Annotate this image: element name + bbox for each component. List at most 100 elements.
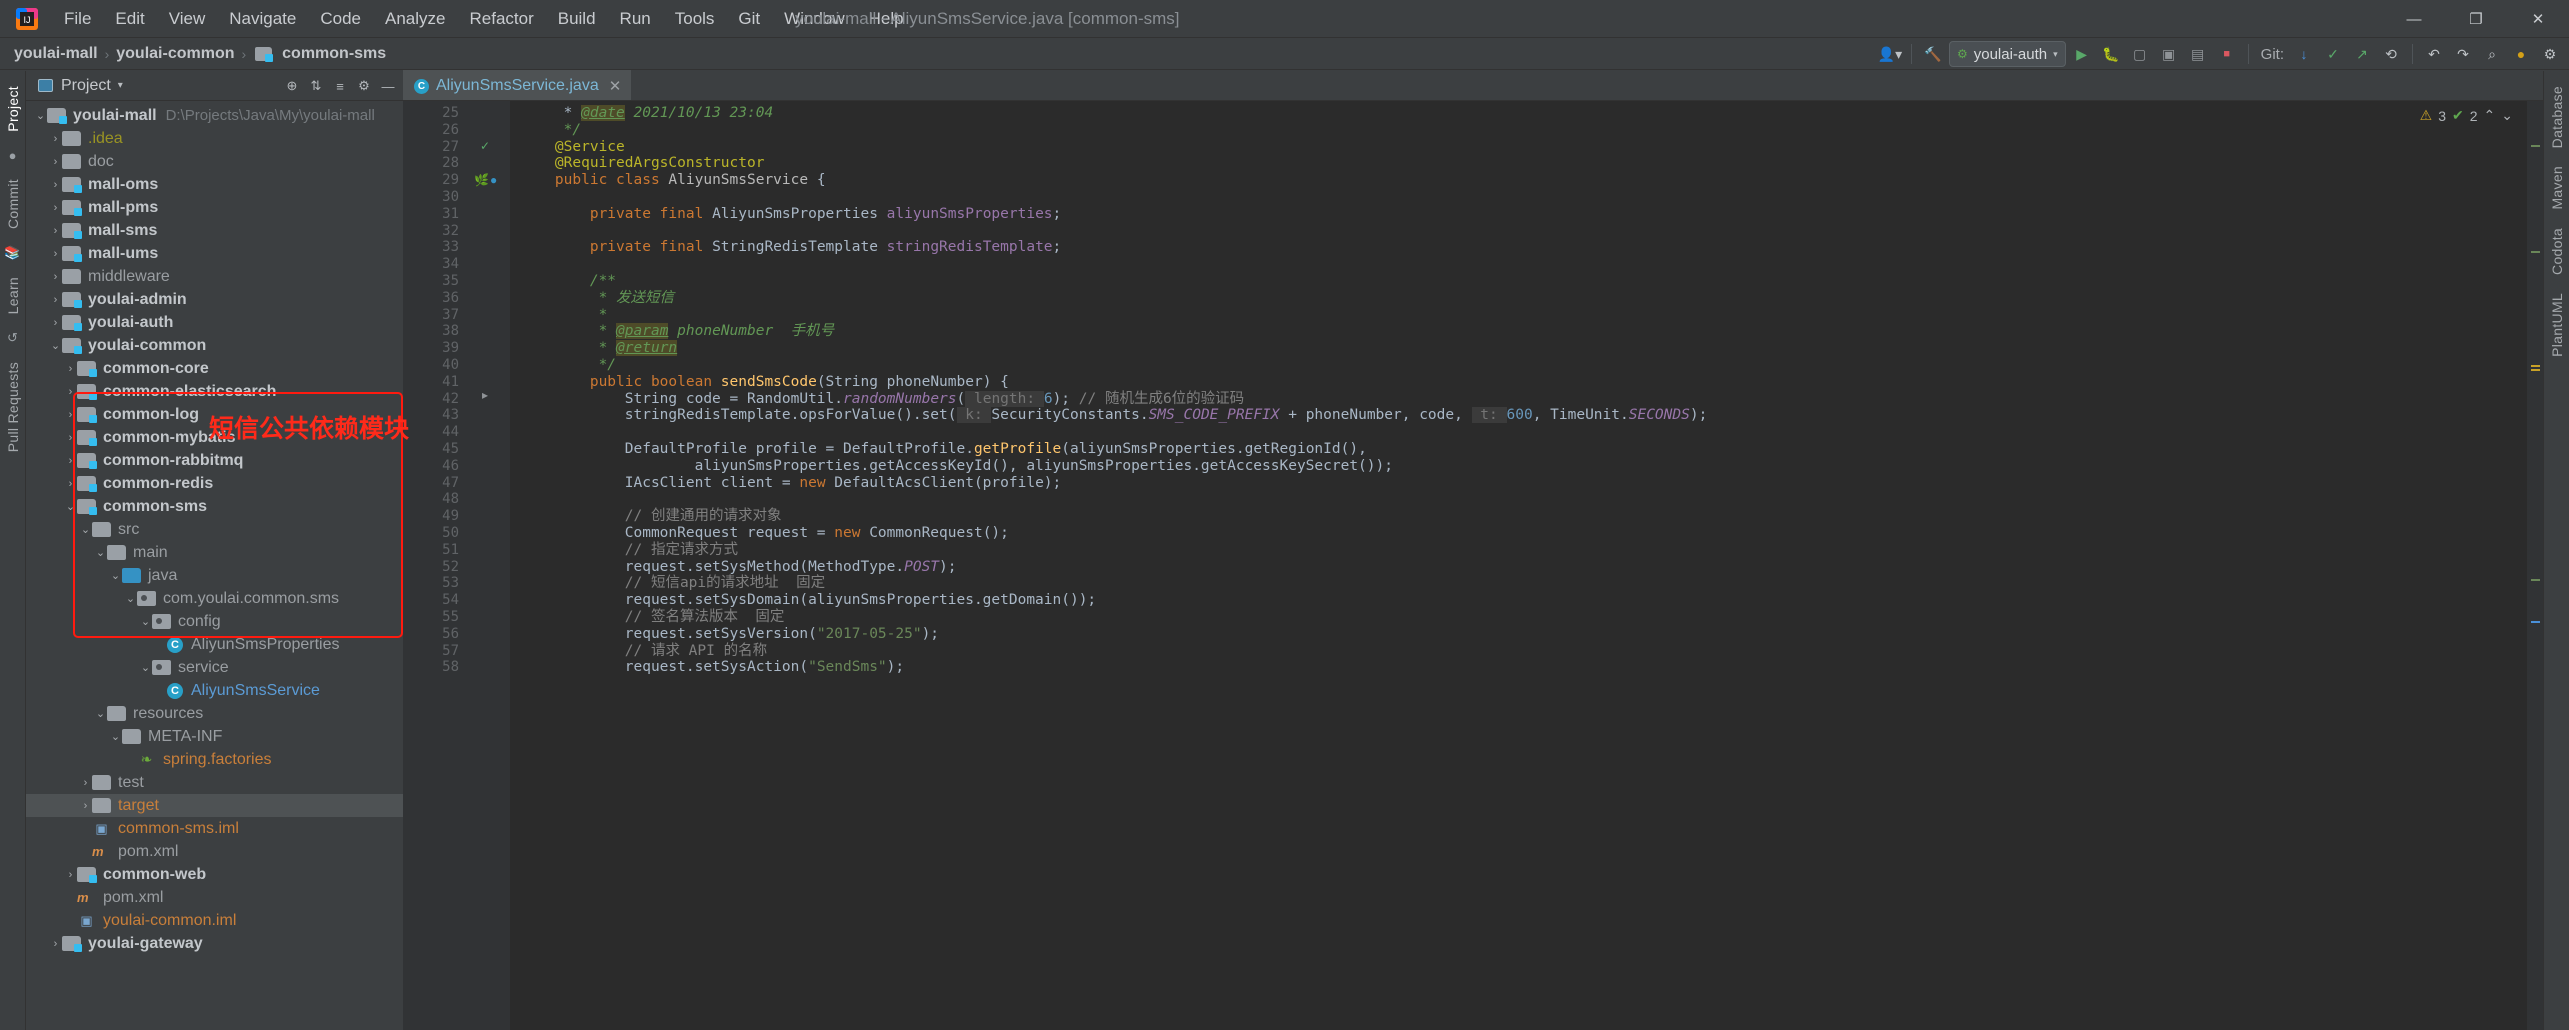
- undo-button[interactable]: ↶: [2421, 41, 2447, 67]
- code-line[interactable]: aliyunSmsProperties.getAccessKeyId(), al…: [520, 458, 2543, 475]
- implemented-icon[interactable]: ●: [490, 173, 497, 187]
- gear-icon[interactable]: ⚙: [353, 75, 375, 97]
- chevron-right-icon[interactable]: ›: [79, 777, 92, 789]
- code-line[interactable]: private final StringRedisTemplate string…: [520, 239, 2543, 256]
- tree-node--idea[interactable]: › .idea: [26, 127, 403, 150]
- profile-button[interactable]: ▣: [2156, 41, 2182, 67]
- code-line[interactable]: @Service: [520, 139, 2543, 156]
- tree-node-config[interactable]: ⌄ config: [26, 610, 403, 633]
- tree-node-middleware[interactable]: › middleware: [26, 265, 403, 288]
- chevron-down-icon[interactable]: ⌄: [139, 615, 152, 628]
- bean-check-icon[interactable]: ✓: [480, 139, 490, 153]
- chevron-right-icon[interactable]: ›: [49, 317, 62, 329]
- menu-item-navigate[interactable]: Navigate: [217, 5, 308, 33]
- tree-node-mall-pms[interactable]: › mall-pms: [26, 196, 403, 219]
- inspection-widget[interactable]: ⚠ 3 ✔ 2 ⌃ ⌄: [2420, 107, 2513, 124]
- chevron-down-icon[interactable]: ⌄: [34, 109, 47, 122]
- tree-node-doc[interactable]: › doc: [26, 150, 403, 173]
- tree-node-com-youlai-common-sms[interactable]: ⌄ com.youlai.common.sms: [26, 587, 403, 610]
- chevron-down-icon[interactable]: ▾: [118, 80, 123, 91]
- rail-tab-database[interactable]: Database: [2547, 77, 2567, 157]
- right-tool-rail[interactable]: Database Maven Codota PlantUML: [2543, 71, 2569, 1030]
- minimize-button[interactable]: —: [2383, 0, 2445, 38]
- tree-node-youlai-common[interactable]: ⌄ youlai-common: [26, 334, 403, 357]
- menu-item-git[interactable]: Git: [726, 5, 772, 33]
- git-update-button[interactable]: ↓: [2291, 41, 2317, 67]
- account-icon[interactable]: 👤▾: [1877, 41, 1903, 67]
- breadcrumb-item-2[interactable]: common-sms: [282, 45, 386, 63]
- code-line[interactable]: [520, 189, 2543, 206]
- tree-node-src[interactable]: ⌄ src: [26, 518, 403, 541]
- tree-node-common-sms-iml[interactable]: ›▣common-sms.iml: [26, 817, 403, 840]
- code-line[interactable]: * @date 2021/10/13 23:04: [520, 105, 2543, 122]
- code-line[interactable]: stringRedisTemplate.opsForValue().set( k…: [520, 407, 2543, 424]
- code-line[interactable]: // 指定请求方式: [520, 542, 2543, 559]
- chevron-right-icon[interactable]: ›: [49, 248, 62, 260]
- spring-bean-icon[interactable]: 🌿: [474, 173, 489, 187]
- code-line[interactable]: */: [520, 122, 2543, 139]
- code-line[interactable]: request.setSysMethod(MethodType.POST);: [520, 559, 2543, 576]
- menu-item-code[interactable]: Code: [308, 5, 373, 33]
- scroll-from-source-icon[interactable]: ≡: [329, 75, 351, 97]
- menu-item-analyze[interactable]: Analyze: [373, 5, 457, 33]
- tree-node-common-redis[interactable]: › common-redis: [26, 472, 403, 495]
- chevron-right-icon[interactable]: ›: [49, 938, 62, 950]
- code-editor[interactable]: 25 26 27 28 29 30 31 32 33 34 35 36 37 38 39 40 41 42 43 44…: [403, 101, 2543, 1030]
- annotation-gutter[interactable]: ✓ 🌿 ● ▸: [468, 101, 510, 1030]
- editor-tab-bar[interactable]: C AliyunSmsService.java ✕: [403, 70, 2543, 101]
- tree-node-mall-sms[interactable]: › mall-sms: [26, 219, 403, 242]
- chevron-down-icon[interactable]: ⌄: [64, 500, 77, 513]
- chevron-right-icon[interactable]: ›: [49, 133, 62, 145]
- debug-button[interactable]: 🐛: [2098, 41, 2124, 67]
- chevron-right-icon[interactable]: ›: [64, 869, 77, 881]
- code-line[interactable]: public boolean sendSmsCode(String phoneN…: [520, 374, 2543, 391]
- chevron-down-icon[interactable]: ⌄: [109, 730, 122, 743]
- chevron-right-icon[interactable]: ›: [64, 386, 77, 398]
- rail-tab-project[interactable]: Project: [3, 77, 23, 141]
- code-line[interactable]: public class AliyunSmsService {: [520, 172, 2543, 189]
- chevron-right-icon[interactable]: ›: [64, 363, 77, 375]
- rail-tab-pull-requests[interactable]: Pull Requests: [3, 353, 23, 461]
- code-line[interactable]: [520, 223, 2543, 240]
- code-line[interactable]: private final AliyunSmsProperties aliyun…: [520, 206, 2543, 223]
- code-line[interactable]: // 签名算法版本 固定: [520, 609, 2543, 626]
- hide-panel-icon[interactable]: —: [377, 75, 399, 97]
- tree-node-java[interactable]: ⌄ java: [26, 564, 403, 587]
- chevron-right-icon[interactable]: ›: [49, 179, 62, 191]
- tree-node-youlai-common-iml[interactable]: ›▣youlai-common.iml: [26, 909, 403, 932]
- main-menu[interactable]: File Edit View Navigate Code Analyze Ref…: [52, 5, 916, 33]
- code-line[interactable]: * 发送短信: [520, 290, 2543, 307]
- editor-tab-aliyunsmsservice[interactable]: C AliyunSmsService.java ✕: [403, 70, 632, 100]
- attach-button[interactable]: ▤: [2185, 41, 2211, 67]
- code-line[interactable]: [520, 256, 2543, 273]
- chevron-right-icon[interactable]: ›: [64, 432, 77, 444]
- chevron-down-icon[interactable]: ⌄: [124, 592, 137, 605]
- git-commit-button[interactable]: ✓: [2320, 41, 2346, 67]
- prev-problem-icon[interactable]: ⌃: [2484, 107, 2496, 124]
- menu-item-run[interactable]: Run: [608, 5, 663, 33]
- chevron-right-icon[interactable]: ›: [64, 409, 77, 421]
- code-line[interactable]: String code = RandomUtil.randomNumbers( …: [520, 390, 2543, 408]
- editor-scrollbar[interactable]: [2527, 101, 2543, 1030]
- chevron-right-icon[interactable]: ›: [49, 156, 62, 168]
- tree-node-test[interactable]: › test: [26, 771, 403, 794]
- code-line[interactable]: IAcsClient client = new DefaultAcsClient…: [520, 475, 2543, 492]
- code-content[interactable]: * @date 2021/10/13 23:04 */ @Service @Re…: [510, 101, 2543, 1030]
- rail-tab-learn[interactable]: Learn: [3, 268, 23, 323]
- main-toolbar[interactable]: 👤▾ 🔨 ⚙ youlai-auth ▾ ▶ 🐛 ▢ ▣ ▤ ■ Git: ↓ …: [1877, 38, 2563, 70]
- left-tool-rail[interactable]: Project ● Commit 📚 Learn ↺ Pull Requests: [0, 71, 26, 1030]
- chevron-down-icon[interactable]: ⌄: [94, 707, 107, 720]
- breadcrumb-item-0[interactable]: youlai-mall: [14, 45, 98, 63]
- rail-tab-codota[interactable]: Codota: [2547, 219, 2567, 284]
- code-line[interactable]: // 短信api的请求地址 固定: [520, 575, 2543, 592]
- tree-node-service[interactable]: ⌄ service: [26, 656, 403, 679]
- coverage-button[interactable]: ▢: [2127, 41, 2153, 67]
- tree-node-common-elasticsearch[interactable]: › common-elasticsearch: [26, 380, 403, 403]
- close-button[interactable]: ✕: [2507, 0, 2569, 38]
- code-line[interactable]: CommonRequest request = new CommonReques…: [520, 525, 2543, 542]
- code-line[interactable]: *: [520, 307, 2543, 324]
- notification-icon[interactable]: ●: [2508, 41, 2534, 67]
- chevron-down-icon[interactable]: ⌄: [94, 546, 107, 559]
- chevron-down-icon[interactable]: ⌄: [139, 661, 152, 674]
- breadcrumb-item-1[interactable]: youlai-common: [116, 45, 234, 63]
